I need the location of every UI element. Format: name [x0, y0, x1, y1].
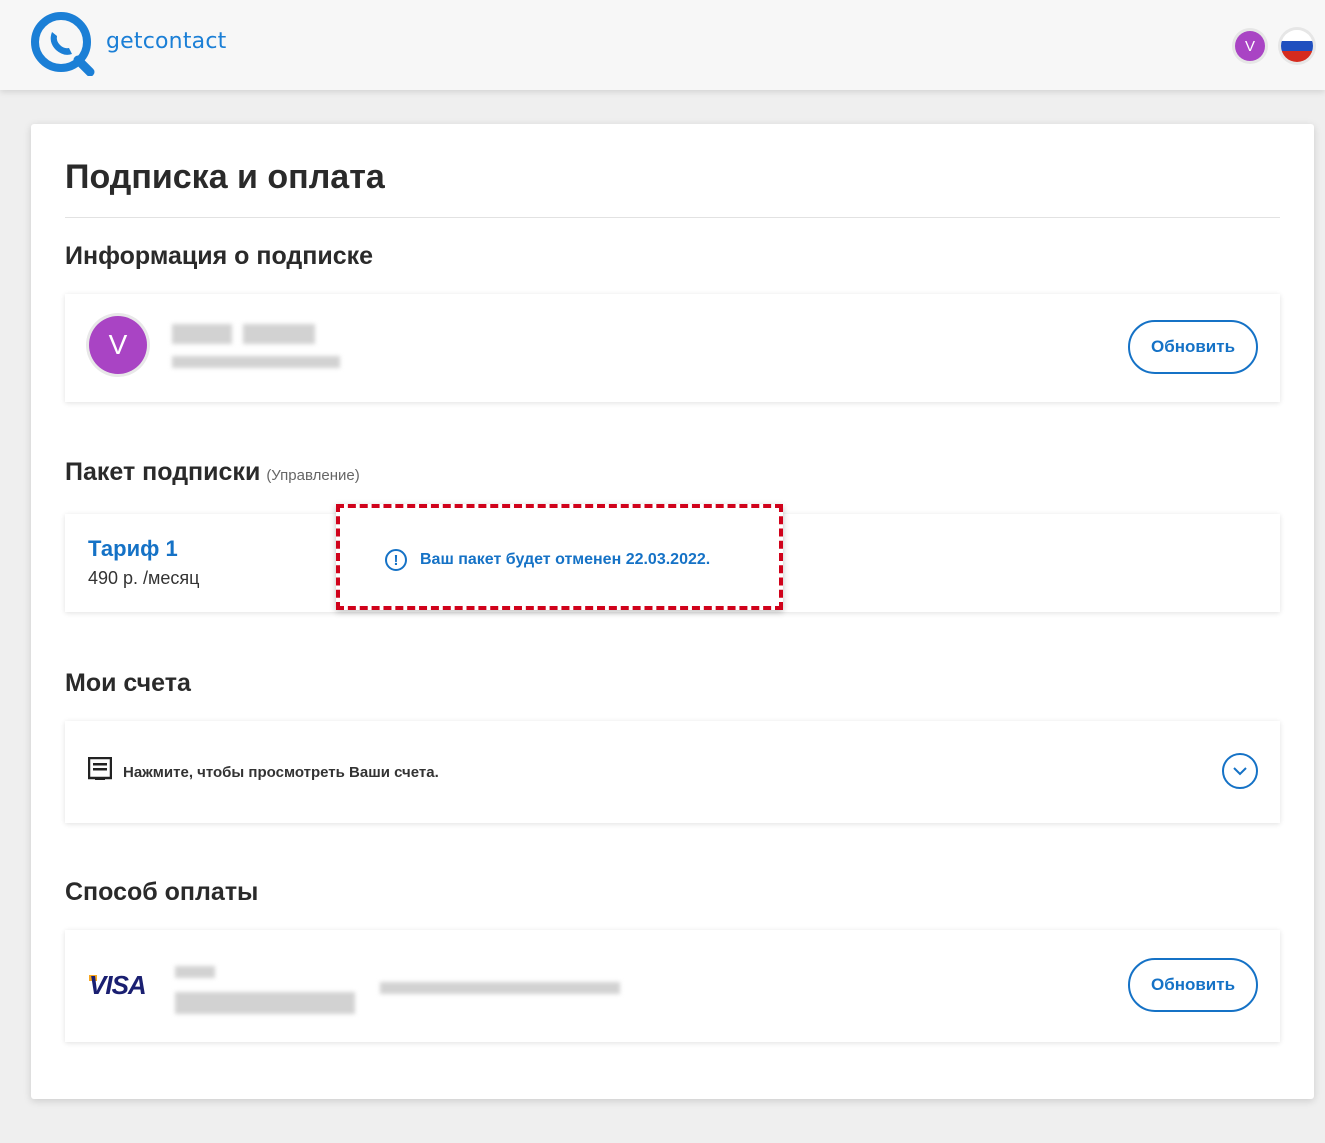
page-title: Подписка и оплата: [65, 158, 385, 196]
subscription-package-title: Пакет подписки (Управление): [65, 458, 360, 487]
redacted-email: [172, 356, 340, 368]
redacted-name: [243, 324, 315, 344]
redacted-card-info: [175, 966, 215, 978]
payment-method-title: Способ оплаты: [65, 878, 259, 906]
expand-invoices-button[interactable]: [1222, 753, 1258, 789]
invoices-hint: Нажмите, чтобы просмотреть Ваши счета.: [123, 764, 439, 781]
visa-logo-icon: VISA: [89, 970, 147, 1000]
cancellation-notice-text: Ваш пакет будет отменен 22.03.2022.: [420, 551, 711, 568]
getcontact-logo[interactable]: getcontact: [30, 12, 226, 76]
subscription-info-card: V Обновить: [65, 294, 1280, 402]
invoices-title: Мои счета: [65, 669, 191, 697]
avatar: V: [89, 316, 147, 374]
redacted-name: [172, 324, 232, 344]
main-panel: Подписка и оплата Информация о подписке …: [31, 124, 1314, 1099]
user-avatar[interactable]: V: [1235, 31, 1265, 61]
manage-link[interactable]: (Управление): [266, 467, 359, 484]
update-payment-button[interactable]: Обновить: [1128, 958, 1258, 1012]
alert-icon: !: [385, 549, 407, 571]
chevron-down-icon: [1233, 767, 1247, 776]
subscription-package-label: Пакет подписки: [65, 458, 261, 486]
update-subscription-button[interactable]: Обновить: [1128, 320, 1258, 374]
invoices-card[interactable]: Нажмите, чтобы просмотреть Ваши счета.: [65, 721, 1280, 823]
title-divider: [65, 217, 1280, 218]
logo-icon: [31, 12, 95, 76]
cancellation-notice: ! Ваш пакет будет отменен 22.03.2022.: [336, 504, 783, 610]
top-bar: getcontact V: [0, 0, 1325, 90]
invoice-icon: [88, 757, 112, 780]
subscription-info-title: Информация о подписке: [65, 242, 374, 270]
language-flag-icon[interactable]: [1281, 30, 1313, 62]
redacted-card-info: [380, 982, 620, 994]
payment-method-card: VISA Обновить: [65, 930, 1280, 1042]
plan-name: Тариф 1: [88, 536, 178, 561]
redacted-card-info: [175, 992, 355, 1014]
logo-text: getcontact: [106, 28, 227, 54]
plan-price: 490 р. /месяц: [88, 568, 200, 588]
